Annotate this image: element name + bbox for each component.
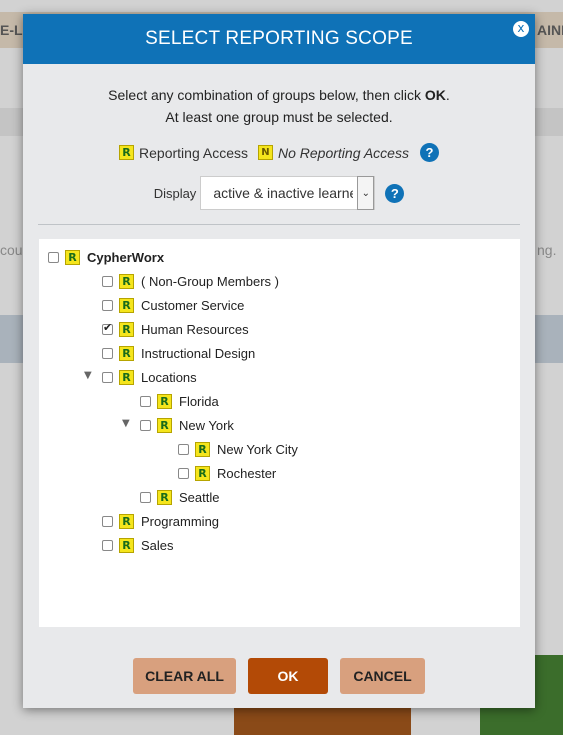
- reporting-scope-dialog: SELECT REPORTING SCOPE x Select any comb…: [23, 14, 535, 708]
- reporting-access-icon: R: [119, 297, 134, 313]
- tree-node-label: Sales: [141, 537, 174, 553]
- tree-node-programming[interactable]: R Programming: [102, 511, 219, 531]
- tree-node-label: Locations: [141, 369, 197, 385]
- help-icon[interactable]: ?: [419, 143, 439, 162]
- reporting-access-icon: R: [119, 145, 135, 160]
- tree-node-non-group-members[interactable]: R ( Non-Group Members ): [102, 271, 279, 291]
- access-legend: R Reporting Access N No Reporting Access…: [23, 143, 535, 162]
- reporting-access-icon: R: [119, 537, 134, 553]
- no-reporting-access-icon: N: [257, 145, 273, 160]
- display-label: Display: [153, 185, 197, 201]
- reporting-access-label: Reporting Access: [139, 144, 248, 161]
- reporting-access-icon: R: [119, 321, 134, 337]
- display-select[interactable]: active & inactive learners ⌄: [200, 176, 376, 210]
- checkbox[interactable]: [140, 491, 151, 503]
- reporting-access-icon: R: [119, 273, 134, 289]
- tree-node-rochester[interactable]: R Rochester: [178, 463, 276, 483]
- close-icon[interactable]: x: [513, 21, 529, 37]
- tree-node-label: Instructional Design: [141, 345, 256, 361]
- group-tree: R CypherWorx R ( Non-Group Members ) R C…: [39, 239, 520, 627]
- reporting-access-icon: R: [119, 345, 134, 361]
- tree-node-label: Florida: [179, 393, 219, 409]
- checkbox[interactable]: [178, 443, 189, 455]
- divider: [38, 224, 520, 225]
- clear-all-button[interactable]: CLEAR ALL: [133, 658, 236, 694]
- bg-button: [234, 708, 411, 735]
- chevron-down-icon[interactable]: ⌄: [357, 176, 375, 210]
- bg-right-text: ng.: [537, 242, 557, 258]
- checkbox[interactable]: [102, 539, 113, 551]
- tree-node-seattle[interactable]: R Seattle: [140, 487, 219, 507]
- checkbox[interactable]: [102, 371, 113, 383]
- checkbox[interactable]: [178, 467, 189, 479]
- tree-node-label: Human Resources: [141, 321, 249, 337]
- tree-node-label: New York City: [217, 441, 298, 457]
- reporting-access-icon: R: [157, 393, 172, 409]
- tree-node-sales[interactable]: R Sales: [102, 535, 174, 555]
- tree-node-label: New York: [179, 417, 234, 433]
- checkbox[interactable]: [102, 275, 113, 287]
- tree-node-label: Customer Service: [141, 297, 245, 313]
- cancel-button[interactable]: CANCEL: [340, 658, 425, 694]
- tree-node-cypherworx[interactable]: R CypherWorx: [48, 247, 164, 267]
- tree-node-new-york[interactable]: R New York: [140, 415, 234, 435]
- tree-node-label: Rochester: [217, 465, 277, 481]
- ok-button[interactable]: OK: [248, 658, 328, 694]
- reporting-access-icon: R: [157, 489, 172, 505]
- reporting-access-icon: R: [157, 417, 172, 433]
- tree-node-new-york-city[interactable]: R New York City: [178, 439, 298, 459]
- instructions: Select any combination of groups below, …: [23, 84, 535, 128]
- checkbox[interactable]: [102, 515, 113, 527]
- instructions-line-1: Select any combination of groups below, …: [23, 84, 535, 106]
- tree-node-label: Seattle: [179, 489, 220, 505]
- tree-node-locations[interactable]: R Locations: [102, 367, 197, 387]
- checkbox[interactable]: [140, 419, 151, 431]
- checkbox[interactable]: [140, 395, 151, 407]
- tree-node-florida[interactable]: R Florida: [140, 391, 219, 411]
- reporting-access-icon: R: [119, 513, 134, 529]
- expand-toggle-icon[interactable]: ▼: [84, 370, 92, 381]
- tree-node-instructional-design[interactable]: R Instructional Design: [102, 343, 255, 363]
- instructions-text: Select any combination of groups below, …: [108, 87, 425, 103]
- tree-node-human-resources[interactable]: R Human Resources: [102, 319, 249, 339]
- no-reporting-access-label: No Reporting Access: [277, 144, 409, 161]
- instructions-ok-bold: OK: [424, 87, 446, 103]
- tree-node-label: ( Non-Group Members ): [141, 273, 279, 289]
- instructions-line-2: At least one group must be selected.: [165, 109, 393, 125]
- reporting-access-icon: R: [119, 369, 134, 385]
- reporting-access-icon: R: [65, 249, 80, 265]
- reporting-access-icon: R: [195, 465, 210, 481]
- reporting-access-icon: R: [195, 441, 210, 457]
- bg-top-right-text: AINI: [537, 22, 563, 38]
- checkbox[interactable]: [48, 251, 59, 263]
- display-filter-row: Display active & inactive learners ⌄ ?: [23, 176, 535, 210]
- tree-node-label: Programming: [141, 513, 220, 529]
- expand-toggle-icon[interactable]: ▼: [122, 418, 130, 429]
- checkbox[interactable]: [102, 347, 113, 359]
- tree-node-customer-service[interactable]: R Customer Service: [102, 295, 244, 315]
- instructions-period: .: [445, 87, 450, 103]
- help-icon[interactable]: ?: [385, 183, 405, 203]
- dialog-header: SELECT REPORTING SCOPE x: [23, 14, 535, 64]
- bg-left-text: cou: [0, 242, 23, 258]
- checkbox[interactable]: [102, 299, 113, 311]
- display-select-value: active & inactive learners: [213, 185, 353, 201]
- checkbox-checked[interactable]: [102, 321, 113, 335]
- tree-node-label: CypherWorx: [87, 249, 165, 265]
- dialog-title: SELECT REPORTING SCOPE: [145, 28, 413, 49]
